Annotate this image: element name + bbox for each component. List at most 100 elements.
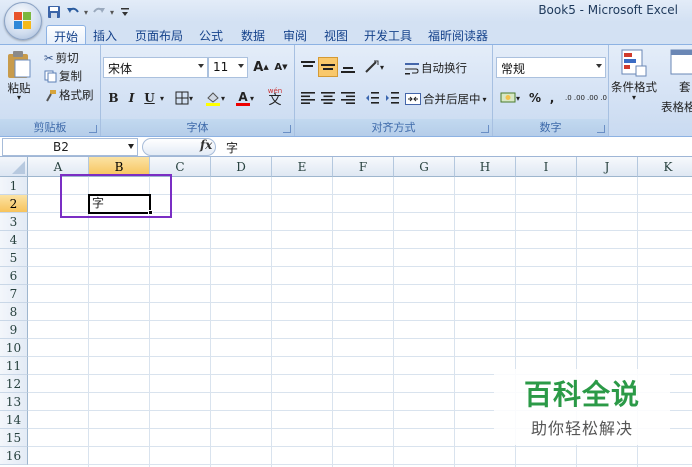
bold-button[interactable]: B (105, 88, 122, 108)
decrease-indent-button[interactable] (362, 88, 382, 108)
name-box[interactable]: B2 (2, 138, 138, 156)
undo-icon[interactable] (65, 4, 81, 20)
font-color-icon: A (238, 89, 248, 104)
font-size-select[interactable]: 11 (208, 57, 248, 78)
percent-button[interactable]: % (527, 88, 543, 108)
redo-dropdown-icon[interactable]: ▾ (110, 8, 114, 17)
tab-page-layout[interactable]: 页面布局 (128, 25, 190, 44)
wrap-text-button[interactable]: 自动换行 (405, 60, 467, 76)
font-color-button[interactable]: A ▾ (231, 88, 259, 108)
column-header-e[interactable]: E (272, 157, 333, 177)
increase-indent-button[interactable] (382, 88, 402, 108)
align-bottom-button[interactable] (338, 57, 358, 77)
row-header-12[interactable]: 12 (0, 375, 28, 393)
brush-icon (46, 89, 56, 101)
align-top-icon (301, 61, 315, 67)
row-header-8[interactable]: 8 (0, 303, 28, 321)
column-header-d[interactable]: D (211, 157, 272, 177)
cut-button[interactable]: ✂ 剪切 (44, 50, 79, 66)
column-header-k[interactable]: K (638, 157, 692, 177)
office-button[interactable] (4, 2, 42, 40)
redo-icon[interactable] (91, 4, 107, 20)
align-middle-button[interactable] (318, 57, 338, 77)
orientation-button[interactable]: ▾ (362, 57, 386, 77)
row-header-15[interactable]: 15 (0, 429, 28, 447)
number-format-select[interactable]: 常规 (496, 57, 606, 78)
row-header-2[interactable]: 2 (0, 195, 28, 213)
border-button[interactable]: ▾ (171, 88, 197, 108)
phonetic-button[interactable]: wén 文 (261, 86, 289, 107)
chevron-down-icon (238, 64, 244, 68)
tab-data[interactable]: 数据 (234, 25, 272, 44)
row-header-14[interactable]: 14 (0, 411, 28, 429)
decrease-decimal-button[interactable]: .00 .0 (586, 88, 608, 108)
clipboard-launcher-icon[interactable] (89, 125, 97, 133)
align-left-button[interactable] (298, 88, 318, 108)
gridline (28, 338, 692, 339)
conditional-format-button[interactable]: 条件格式 ▾ (611, 48, 657, 102)
alignment-group-label: 对齐方式 (295, 119, 492, 136)
row-header-7[interactable]: 7 (0, 285, 28, 303)
underline-button[interactable]: U (141, 88, 158, 108)
font-name-select[interactable]: 宋体 (103, 57, 208, 78)
merge-center-button[interactable]: 合并后居中 ▾ (405, 91, 487, 107)
row-header-10[interactable]: 10 (0, 339, 28, 357)
paste-button[interactable]: 粘贴 ▾ (6, 49, 32, 102)
row-header-3[interactable]: 3 (0, 213, 28, 231)
number-launcher-icon[interactable] (597, 125, 605, 133)
table-format-label-bottom: 表格格 (661, 100, 692, 114)
tab-view[interactable]: 视图 (317, 25, 355, 44)
name-box-dropdown-icon[interactable] (128, 144, 134, 149)
gridline (88, 177, 89, 467)
select-all-button[interactable] (0, 157, 28, 177)
tab-foxit-reader[interactable]: 福昕阅读器 (421, 25, 495, 44)
format-painter-button[interactable]: 格式刷 (44, 87, 94, 103)
tab-review[interactable]: 审阅 (276, 25, 314, 44)
shrink-font-button[interactable]: A ▼ (272, 57, 290, 77)
row-header-9[interactable]: 9 (0, 321, 28, 339)
font-launcher-icon[interactable] (283, 125, 291, 133)
row-header-16[interactable]: 16 (0, 447, 28, 465)
alignment-launcher-icon[interactable] (481, 125, 489, 133)
formula-input[interactable]: 字 (226, 139, 238, 156)
column-header-g[interactable]: G (394, 157, 455, 177)
customize-qat-icon[interactable] (117, 4, 133, 20)
column-header-f[interactable]: F (333, 157, 394, 177)
align-right-button[interactable] (338, 88, 358, 108)
fill-color-button[interactable]: ▾ (201, 88, 229, 108)
insert-function-icon[interactable]: fx (200, 138, 212, 152)
row-header-5[interactable]: 5 (0, 249, 28, 267)
row-header-1[interactable]: 1 (0, 177, 28, 195)
accounting-format-button[interactable]: ▾ (497, 88, 523, 108)
align-center-button[interactable] (318, 88, 338, 108)
row-header-13[interactable]: 13 (0, 393, 28, 411)
column-header-i[interactable]: I (516, 157, 577, 177)
increase-decimal-button[interactable]: .0 .00 (564, 88, 586, 108)
tab-formulas[interactable]: 公式 (192, 25, 230, 44)
underline-dropdown-icon[interactable]: ▾ (158, 88, 166, 108)
highlight-annotation (60, 174, 172, 218)
align-top-button[interactable] (298, 57, 318, 77)
gridline (210, 177, 211, 467)
grow-font-button[interactable]: A ▲ (251, 57, 271, 77)
gridline (28, 230, 692, 231)
italic-button[interactable]: I (123, 88, 140, 108)
gridline (28, 284, 692, 285)
column-header-j[interactable]: J (577, 157, 638, 177)
row-header-4[interactable]: 4 (0, 231, 28, 249)
column-header-h[interactable]: H (455, 157, 516, 177)
comma-style-button[interactable]: , (545, 88, 559, 108)
number-group: 常规 ▾ % , .0 .00 .00 .0 数字 (493, 45, 609, 136)
tab-insert[interactable]: 插入 (86, 25, 124, 44)
tab-home[interactable]: 开始 (46, 25, 87, 44)
tab-developer[interactable]: 开发工具 (357, 25, 419, 44)
format-as-table-button[interactable]: 套 (669, 48, 692, 95)
copy-button[interactable]: 复制 (44, 68, 82, 84)
row-header-6[interactable]: 6 (0, 267, 28, 285)
clipboard-group-text: 剪贴板 (33, 121, 67, 134)
undo-dropdown-icon[interactable]: ▾ (84, 8, 88, 17)
paste-dropdown-icon: ▾ (16, 93, 21, 102)
row-header-11[interactable]: 11 (0, 357, 28, 375)
save-icon[interactable] (46, 4, 62, 20)
window-title: Book5 - Microsoft Excel (538, 3, 678, 17)
